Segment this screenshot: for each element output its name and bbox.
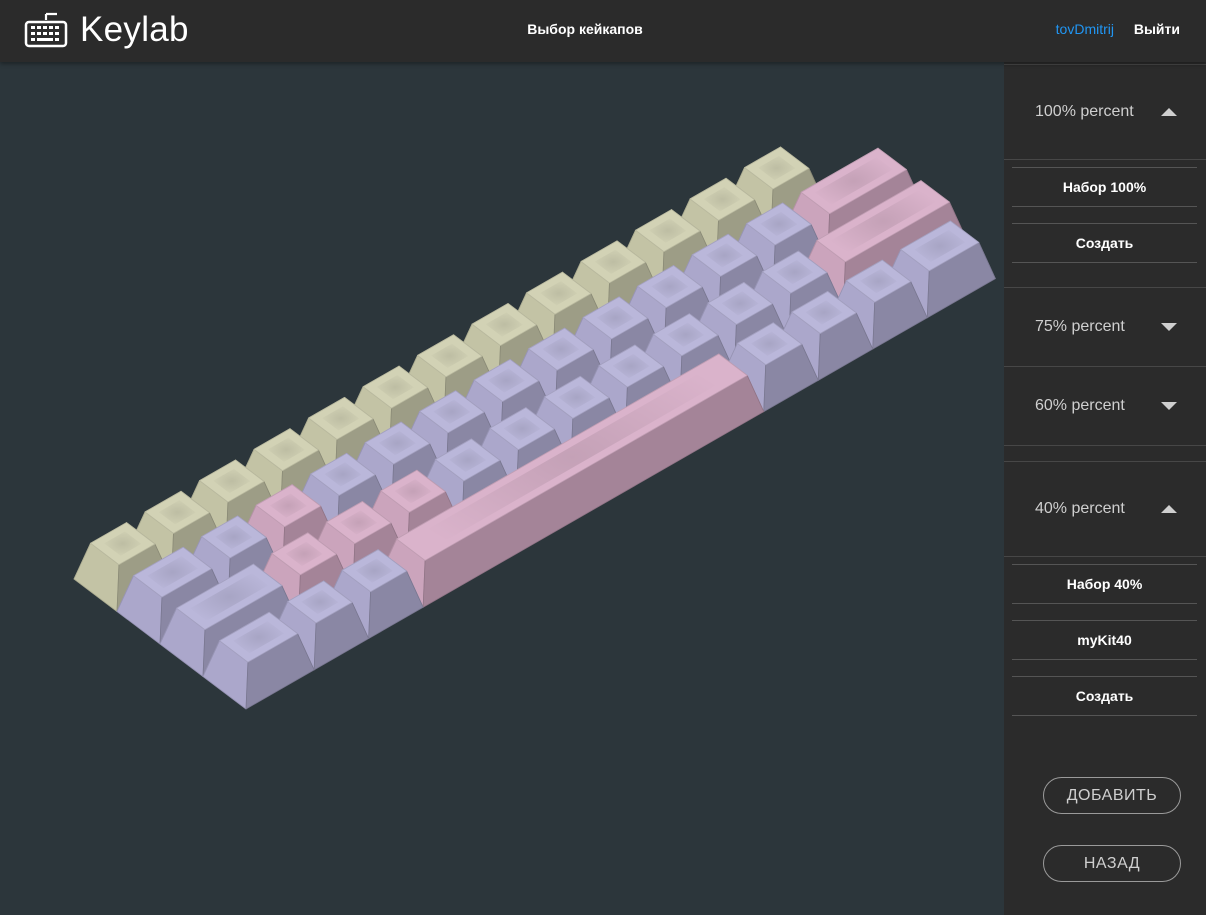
logout-link[interactable]: Выйти bbox=[1134, 21, 1180, 37]
create-kit-button[interactable]: Создать bbox=[1012, 223, 1197, 263]
keyboard-3d-viewport[interactable] bbox=[0, 62, 1004, 915]
section-40-body: Набор 40% myKit40 Создать bbox=[1004, 557, 1206, 725]
section-60-header[interactable]: 60% percent bbox=[1004, 366, 1206, 446]
section-100-body: Набор 100% Создать bbox=[1004, 160, 1206, 272]
section-75-header[interactable]: 75% percent bbox=[1004, 287, 1206, 367]
page-title: Выбор кейкапов bbox=[527, 21, 643, 37]
back-button[interactable]: НАЗАД bbox=[1043, 845, 1181, 882]
section-label: 100% percent bbox=[1035, 103, 1134, 120]
chevron-up-icon bbox=[1161, 505, 1177, 513]
section-100-header[interactable]: 100% percent bbox=[1004, 64, 1206, 160]
section-label: 60% percent bbox=[1035, 397, 1125, 414]
add-button[interactable]: ДОБАВИТЬ bbox=[1043, 777, 1181, 814]
top-bar: Keylab Выбор кейкапов tovDmitrij Выйти bbox=[0, 0, 1206, 62]
chevron-up-icon bbox=[1161, 108, 1177, 116]
layout-sidebar: 100% percent Набор 100% Создать 75% perc… bbox=[1004, 62, 1206, 915]
kit-item[interactable]: Набор 100% bbox=[1012, 167, 1197, 207]
section-40-header[interactable]: 40% percent bbox=[1004, 461, 1206, 557]
user-profile-link[interactable]: tovDmitrij bbox=[1056, 21, 1114, 37]
kit-item[interactable]: Набор 40% bbox=[1012, 564, 1197, 604]
section-label: 75% percent bbox=[1035, 318, 1125, 335]
chevron-down-icon bbox=[1161, 402, 1177, 410]
create-kit-button[interactable]: Создать bbox=[1012, 676, 1197, 716]
chevron-down-icon bbox=[1161, 323, 1177, 331]
section-label: 40% percent bbox=[1035, 500, 1125, 517]
kit-item[interactable]: myKit40 bbox=[1012, 620, 1197, 660]
keyboard-render[interactable] bbox=[0, 62, 1004, 915]
